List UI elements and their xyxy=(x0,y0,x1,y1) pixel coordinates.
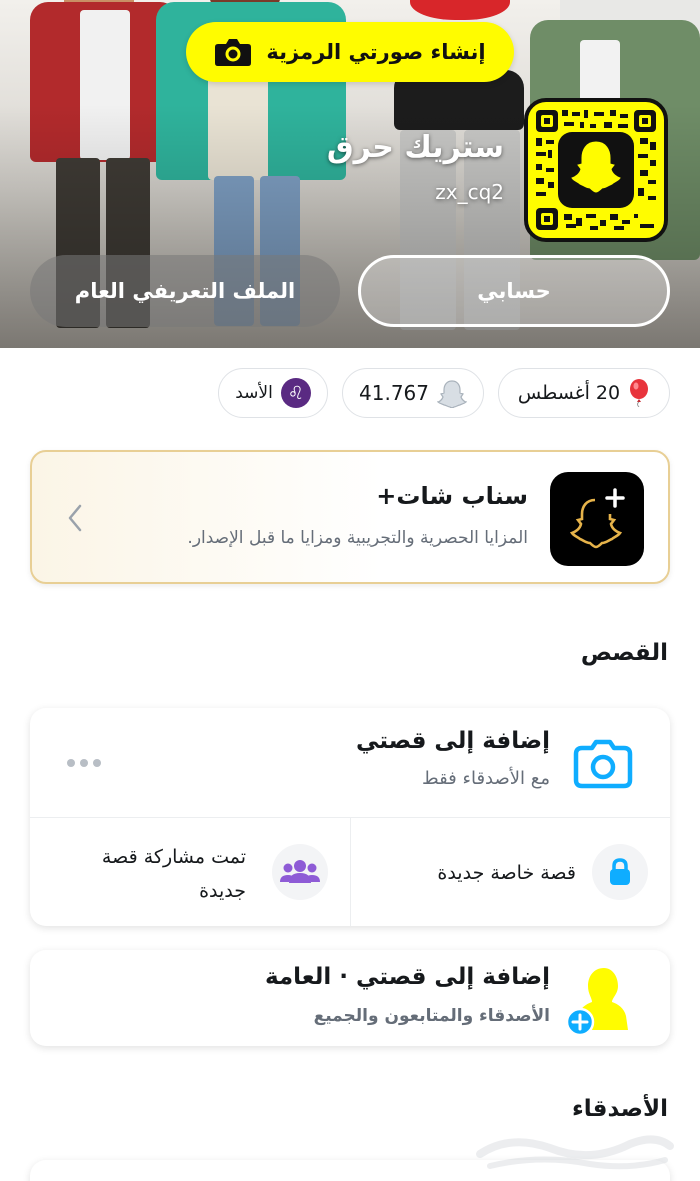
profile-chips: 20 أغسطس 41.767 ♌ الأسد xyxy=(0,368,700,418)
birthday-chip[interactable]: 20 أغسطس xyxy=(498,368,670,418)
zodiac-icon: ♌ xyxy=(280,378,311,408)
snapcode-pattern xyxy=(536,110,656,230)
lock-icon xyxy=(592,844,648,900)
birthday-text: 20 أغسطس xyxy=(517,382,621,404)
snapchat-plus-title: سناب شات+ xyxy=(376,482,528,510)
new-shared-story-button[interactable]: تمت مشاركة قصة جديدة xyxy=(30,818,350,926)
public-story-title: إضافة إلى قصتي · العامة xyxy=(264,964,550,990)
add-to-public-story-row[interactable]: إضافة إلى قصتي · العامة الأصدقاء والمتاب… xyxy=(30,950,670,1046)
snapchat-plus-logo-icon xyxy=(550,472,644,566)
snap-score-chip[interactable]: 41.767 xyxy=(342,368,484,418)
camera-icon xyxy=(215,39,252,66)
create-bitmoji-label: إنشاء صورتي الرمزية xyxy=(266,40,486,64)
snapchat-plus-subtitle: المزايا الحصرية والتجريبية ومزايا ما قبل… xyxy=(187,528,528,548)
zodiac-text: الأسد xyxy=(235,383,273,403)
story-actions-row: قصة خاصة جديدة تمت مشاركة قصة جديدة xyxy=(30,818,670,926)
balloon-icon xyxy=(630,379,649,407)
my-account-button[interactable]: حسابي xyxy=(358,255,670,327)
snap-score-text: 41.767 xyxy=(359,381,429,405)
chevron-left-icon xyxy=(68,504,82,532)
camera-icon xyxy=(573,739,633,789)
snapchat-plus-card[interactable]: سناب شات+ المزايا الحصرية والتجريبية ومز… xyxy=(30,450,670,584)
public-story-subtitle: الأصدقاء والمتابعون والجميع xyxy=(313,1006,550,1026)
add-to-my-story-row[interactable]: إضافة إلى قصتي مع الأصدقاء فقط xyxy=(30,708,670,818)
zodiac-chip[interactable]: ♌ الأسد xyxy=(218,368,328,418)
new-private-story-label: قصة خاصة جديدة xyxy=(437,862,576,884)
watermark-logo xyxy=(476,1135,674,1170)
ghost-icon xyxy=(437,380,467,408)
create-bitmoji-button[interactable]: إنشاء صورتي الرمزية xyxy=(186,22,514,82)
stories-card: إضافة إلى قصتي مع الأصدقاء فقط قصة خاصة … xyxy=(30,708,670,926)
display-name: ستريك حرق xyxy=(326,130,504,165)
add-to-my-story-title: إضافة إلى قصتي xyxy=(356,728,550,754)
stories-section-title: القصص xyxy=(580,640,668,666)
new-private-story-button[interactable]: قصة خاصة جديدة xyxy=(350,818,670,926)
add-to-my-story-subtitle: مع الأصدقاء فقط xyxy=(421,768,550,789)
username: zx_cq2 xyxy=(435,180,504,204)
friends-section-title: الأصدقاء xyxy=(572,1096,668,1122)
new-shared-story-label: تمت مشاركة قصة جديدة xyxy=(101,846,246,902)
snapcode[interactable] xyxy=(524,98,668,242)
public-story-avatar-icon xyxy=(566,968,628,1036)
public-profile-button[interactable]: الملف التعريفي العام xyxy=(30,255,340,327)
more-options-icon[interactable] xyxy=(66,758,102,768)
group-icon xyxy=(272,844,328,900)
profile-hero: إنشاء صورتي الرمزية ستريك حرق zx_cq2 حسا… xyxy=(0,0,700,348)
